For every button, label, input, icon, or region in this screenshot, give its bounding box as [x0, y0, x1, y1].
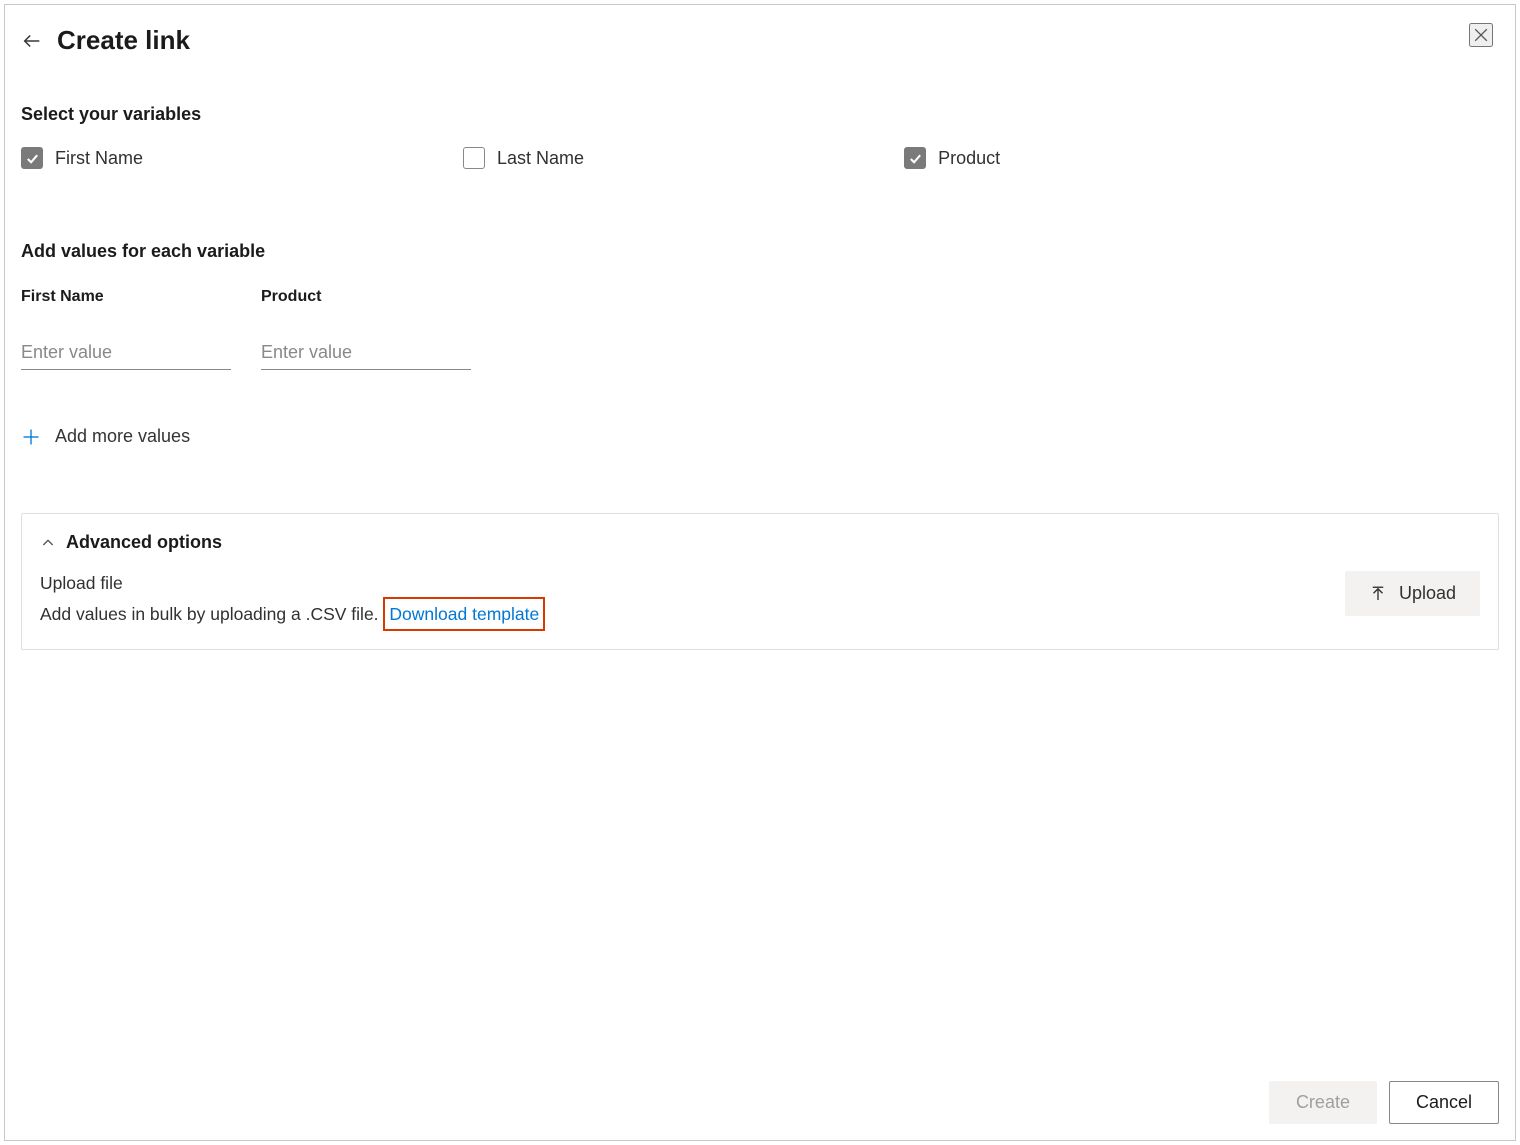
arrow-left-icon [21, 30, 43, 52]
value-column-product: Product [261, 288, 471, 370]
values-heading: Add values for each variable [21, 241, 1499, 262]
create-button[interactable]: Create [1269, 1081, 1377, 1124]
create-link-dialog: Create link Select your variables First … [4, 4, 1516, 1141]
first-name-input[interactable] [21, 336, 231, 370]
checkbox-icon [463, 147, 485, 169]
close-icon [1471, 25, 1491, 45]
advanced-options-body: Upload file Add values in bulk by upload… [40, 569, 1480, 631]
advanced-options-title: Advanced options [66, 532, 222, 553]
upload-description-line: Add values in bulk by uploading a .CSV f… [40, 597, 545, 631]
cancel-button[interactable]: Cancel [1389, 1081, 1499, 1124]
advanced-options-panel: Advanced options Upload file Add values … [21, 513, 1499, 650]
value-column-first-name: First Name [21, 288, 231, 370]
column-label: First Name [21, 288, 231, 306]
advanced-options-toggle[interactable]: Advanced options [40, 532, 222, 553]
values-columns: First Name Product [21, 288, 1499, 370]
dialog-header: Create link [5, 5, 1515, 64]
dialog-content: Select your variables First Name Last Na… [5, 64, 1515, 1140]
chevron-up-icon [40, 535, 56, 551]
upload-heading: Upload file [40, 569, 545, 597]
close-button[interactable] [1469, 23, 1493, 47]
checkbox-label: Product [938, 148, 1000, 169]
upload-button-label: Upload [1399, 583, 1456, 604]
add-more-label: Add more values [55, 426, 190, 447]
add-more-values-button[interactable]: Add more values [21, 426, 190, 447]
checkbox-product[interactable]: Product [904, 147, 1000, 169]
product-input[interactable] [261, 336, 471, 370]
checkbox-last-name[interactable]: Last Name [463, 147, 584, 169]
checkbox-icon [21, 147, 43, 169]
column-label: Product [261, 288, 471, 306]
upload-file-text: Upload file Add values in bulk by upload… [40, 569, 545, 631]
download-template-link[interactable]: Download template [383, 597, 545, 631]
page-title: Create link [57, 25, 190, 56]
back-button[interactable] [21, 30, 43, 52]
upload-description-text: Add values in bulk by uploading a .CSV f… [40, 604, 379, 624]
checkbox-label: Last Name [497, 148, 584, 169]
checkbox-icon [904, 147, 926, 169]
dialog-footer: Create Cancel [1269, 1081, 1499, 1124]
variables-checkbox-row: First Name Last Name Product [21, 147, 1499, 169]
upload-button[interactable]: Upload [1345, 571, 1480, 616]
checkbox-first-name[interactable]: First Name [21, 147, 143, 169]
upload-icon [1369, 585, 1387, 603]
plus-icon [21, 427, 41, 447]
checkbox-label: First Name [55, 148, 143, 169]
variables-heading: Select your variables [21, 104, 1499, 125]
